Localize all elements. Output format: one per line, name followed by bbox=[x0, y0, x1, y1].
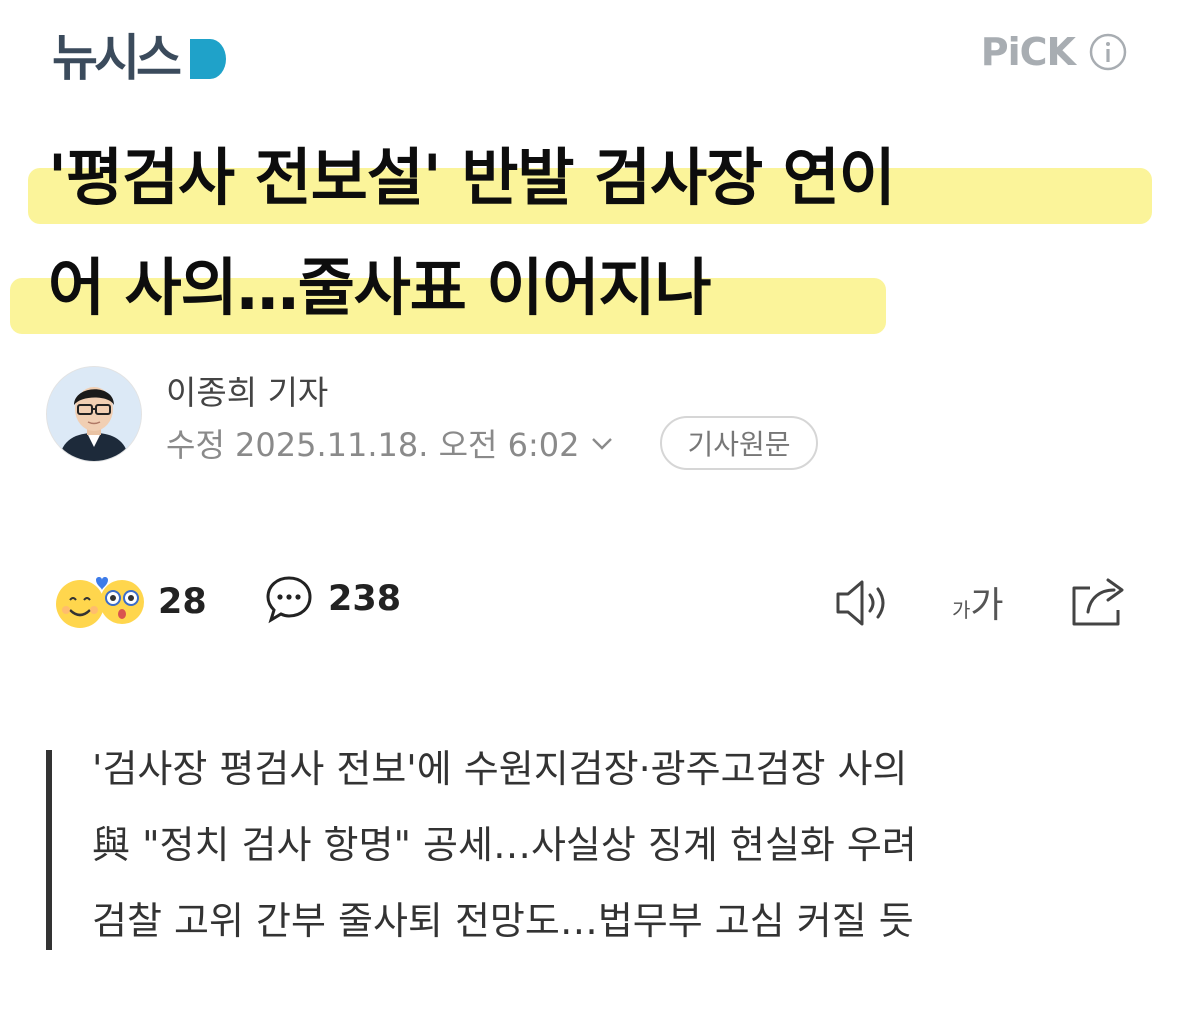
avatar-portrait bbox=[47, 367, 141, 461]
reaction-count: 28 bbox=[158, 582, 207, 622]
summary-line-3: 검찰 고위 간부 줄사퇴 전망도…법무부 고심 커질 듯 bbox=[92, 899, 914, 943]
headline-line-2: 어 사의…줄사표 이어지나 bbox=[48, 251, 712, 324]
headline-line-1: '평검사 전보설' 반발 검사장 연이 bbox=[48, 141, 896, 214]
original-article-button[interactable]: 기사원문 bbox=[660, 416, 818, 470]
reporter-avatar[interactable] bbox=[46, 366, 142, 462]
reporter-name[interactable]: 이종희 기자 bbox=[166, 366, 328, 414]
comment-icon bbox=[266, 576, 312, 624]
font-size-button[interactable]: 가가 bbox=[952, 576, 1004, 628]
comments-button[interactable]: 238 bbox=[264, 574, 401, 624]
info-icon[interactable] bbox=[1089, 33, 1127, 71]
modified-date: 수정 2025.11.18. 오전 6:02 bbox=[166, 426, 580, 464]
pick-label: PiCK bbox=[980, 30, 1076, 74]
reactions-button[interactable]: 28 bbox=[52, 574, 207, 630]
reaction-emoji-icon bbox=[56, 577, 144, 628]
logo-text: 뉴시스 bbox=[52, 29, 182, 87]
logo-mark-icon bbox=[190, 39, 226, 79]
share-icon[interactable] bbox=[1068, 574, 1128, 628]
chevron-down-icon[interactable] bbox=[590, 431, 614, 455]
comment-count: 238 bbox=[328, 579, 402, 619]
pick-badge[interactable]: PiCK bbox=[981, 30, 1127, 74]
summary-line-1: '검사장 평검사 전보'에 수원지검장·광주고검장 사의 bbox=[92, 747, 908, 791]
summary-line-2: 與 "정치 검사 항명" 공세…사실상 징계 현실화 우려 bbox=[92, 823, 917, 867]
newsis-logo[interactable]: 뉴시스 bbox=[52, 30, 228, 86]
summary-quote-bar bbox=[46, 750, 52, 950]
date-row[interactable]: 수정 2025.11.18. 오전 6:02 bbox=[166, 420, 614, 466]
font-size-large-label: 가 bbox=[970, 585, 1004, 626]
font-size-small-label: 가 bbox=[952, 598, 971, 622]
speaker-icon[interactable] bbox=[834, 578, 894, 628]
